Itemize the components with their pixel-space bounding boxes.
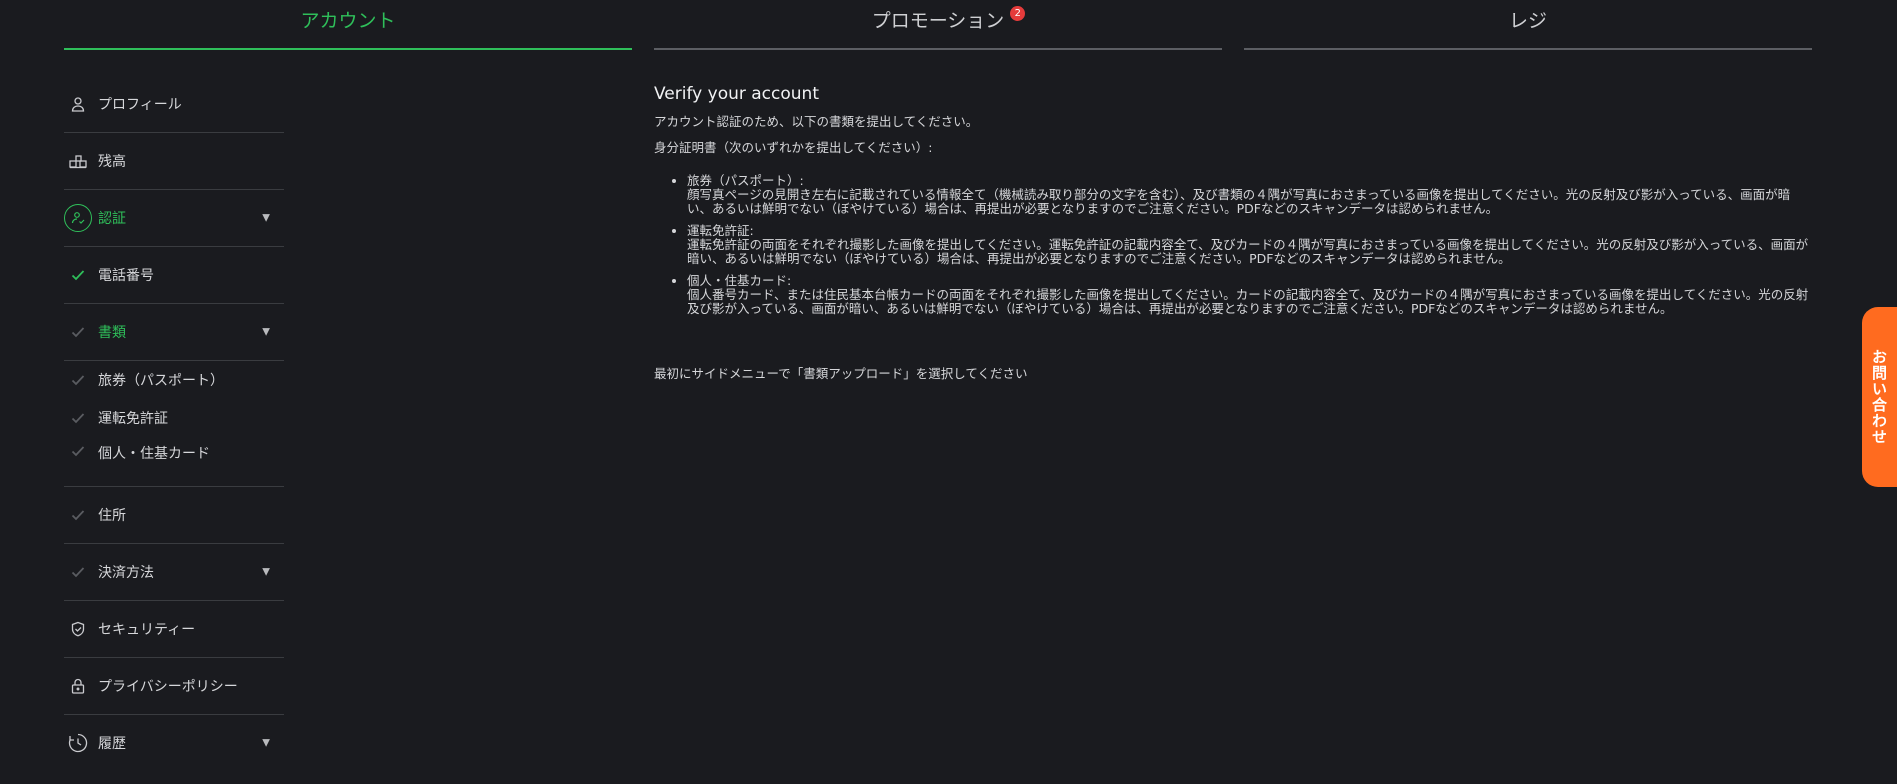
list-item: 個人・住基カード: 個人番号カード、または住民基本台帳カードの両面をそれぞれ撮影… bbox=[687, 274, 1812, 316]
page-title: Verify your account bbox=[654, 84, 819, 104]
chevron-down-icon[interactable]: ▼ bbox=[262, 213, 270, 224]
sidebar-item-documents[interactable]: 書類 ▼ bbox=[64, 304, 284, 361]
sidebar-item-phone[interactable]: 電話番号 bbox=[64, 247, 284, 304]
sidebar-item-address[interactable]: 住所 bbox=[64, 487, 284, 544]
contact-label: お問い合わせ bbox=[1870, 349, 1888, 445]
tab-promotion-label: プロモーション bbox=[871, 10, 1005, 32]
sidebar-item-label: 決済方法 bbox=[98, 565, 154, 581]
document-list: 旅券（パスポート）: 顔写真ページの見開き左右に記載されている情報全て（機械読み… bbox=[654, 174, 1812, 316]
intro-text: アカウント認証のため、以下の書類を提出してください。 bbox=[654, 114, 979, 129]
tab-promotion[interactable]: プロモーション 2 bbox=[654, 0, 1222, 50]
check-icon bbox=[64, 261, 92, 289]
sidebar-item-mynumber-card[interactable]: 個人・住基カード bbox=[64, 437, 284, 487]
tab-cashier-label: レジ bbox=[1508, 10, 1547, 32]
chevron-down-icon[interactable]: ▼ bbox=[262, 738, 270, 749]
sidebar-item-label: 旅券（パスポート） bbox=[98, 373, 224, 389]
shield-icon bbox=[64, 615, 92, 643]
top-tabs: アカウント プロモーション 2 レジ bbox=[64, 0, 1812, 50]
sidebar-item-security[interactable]: セキュリティー bbox=[64, 601, 284, 658]
sidebar-item-drivers-license[interactable]: 運転免許証 bbox=[64, 399, 284, 437]
sidebar-item-label: 電話番号 bbox=[98, 268, 154, 284]
document-title: 運転免許証: bbox=[687, 223, 754, 238]
sidebar-item-label: 履歴 bbox=[98, 736, 126, 752]
sidebar-item-label: 残高 bbox=[98, 154, 126, 170]
main-content: Verify your account アカウント認証のため、以下の書類を提出し… bbox=[654, 84, 1812, 392]
document-title: 個人・住基カード: bbox=[687, 273, 792, 288]
check-icon bbox=[64, 501, 92, 529]
check-icon bbox=[64, 404, 92, 432]
document-description: 顔写真ページの見開き左右に記載されている情報全て（機械読み取り部分の文字を含む）… bbox=[687, 187, 1791, 216]
sidebar-item-verification[interactable]: 認証 ▼ bbox=[64, 190, 284, 247]
check-icon bbox=[64, 318, 92, 346]
sidebar-item-label: 運転免許証 bbox=[98, 411, 168, 427]
sidebar-item-balance[interactable]: 残高 bbox=[64, 133, 284, 190]
chevron-down-icon[interactable]: ▼ bbox=[262, 567, 270, 578]
tab-cashier[interactable]: レジ bbox=[1244, 0, 1812, 50]
tab-account[interactable]: アカウント bbox=[64, 0, 632, 50]
id-heading: 身分証明書（次のいずれかを提出してください）: bbox=[654, 140, 933, 155]
sidebar-item-history[interactable]: 履歴 ▼ bbox=[64, 715, 284, 771]
document-title: 旅券（パスポート）: bbox=[687, 173, 804, 188]
sidebar-item-passport[interactable]: 旅券（パスポート） bbox=[64, 361, 284, 399]
check-icon bbox=[64, 558, 92, 586]
list-item: 運転免許証: 運転免許証の両面をそれぞれ撮影した画像を提出してください。運転免許… bbox=[687, 224, 1812, 266]
instruction-text: 最初にサイドメニューで「書類アップロード」を選択してください bbox=[654, 366, 1028, 381]
sidebar-item-label: プライバシーポリシー bbox=[98, 679, 238, 695]
sidebar-item-payment-methods[interactable]: 決済方法 ▼ bbox=[64, 544, 284, 601]
sidebar-item-label: セキュリティー bbox=[98, 622, 196, 638]
clock-icon bbox=[64, 729, 92, 757]
check-icon bbox=[64, 366, 92, 394]
chevron-down-icon[interactable]: ▼ bbox=[262, 327, 270, 338]
sidebar-item-label: 書類 bbox=[98, 325, 126, 341]
sidebar-item-profile[interactable]: プロフィール bbox=[64, 76, 284, 133]
lock-icon bbox=[64, 672, 92, 700]
sidebar-item-privacy-policy[interactable]: プライバシーポリシー bbox=[64, 658, 284, 715]
verified-user-icon bbox=[64, 204, 92, 232]
list-item: 旅券（パスポート）: 顔写真ページの見開き左右に記載されている情報全て（機械読み… bbox=[687, 174, 1812, 216]
sidebar-item-label: 住所 bbox=[98, 508, 126, 524]
document-description: 運転免許証の両面をそれぞれ撮影した画像を提出してください。運転免許証の記載内容全… bbox=[687, 237, 1809, 266]
tab-account-label: アカウント bbox=[300, 10, 396, 32]
document-description: 個人番号カード、または住民基本台帳カードの両面をそれぞれ撮影した画像を提出してく… bbox=[687, 287, 1809, 316]
check-icon bbox=[64, 437, 92, 465]
sidebar-item-label: プロフィール bbox=[98, 97, 182, 113]
coins-icon bbox=[64, 147, 92, 175]
sidebar-item-label: 認証 bbox=[98, 211, 126, 227]
promotion-badge: 2 bbox=[1010, 6, 1026, 21]
sidebar-item-label: 個人・住基カード bbox=[98, 446, 210, 462]
sidebar: プロフィール 残高 認証 ▼ 電話番号 書類 ▼ 旅券（パスポート） 運転免許証… bbox=[64, 76, 284, 771]
user-icon bbox=[64, 90, 92, 118]
contact-button[interactable]: お問い合わせ bbox=[1862, 307, 1897, 487]
